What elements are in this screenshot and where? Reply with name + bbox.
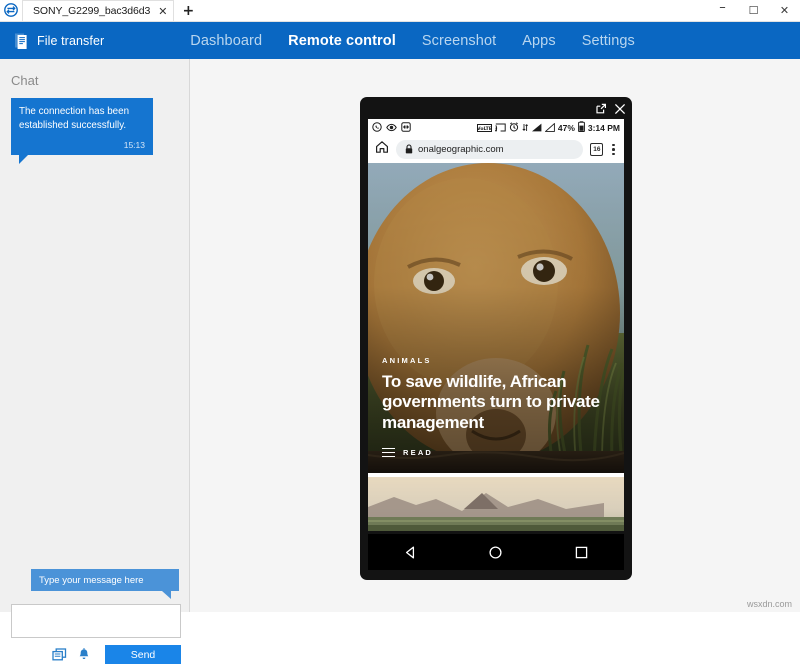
android-nav-bar — [368, 534, 624, 570]
title-bar: SONY_G2299_bac3d6d3 ✕ + – ☐ ✕ — [0, 0, 800, 22]
close-icon[interactable] — [614, 103, 626, 115]
signal-bars-secondary-icon — [544, 119, 555, 137]
chat-panel-title: Chat — [11, 73, 39, 88]
device-tab-label: SONY_G2299_bac3d6d3 — [33, 5, 151, 17]
screenshot-icon[interactable] — [52, 647, 67, 662]
signal-bars-icon — [531, 119, 542, 137]
chat-message-text: The connection has been established succ… — [19, 106, 130, 131]
brand-file-transfer[interactable]: File transfer — [0, 32, 104, 50]
maximize-button[interactable]: ☐ — [738, 0, 769, 21]
new-tab-button[interactable]: + — [174, 0, 202, 21]
minimize-button[interactable]: – — [707, 0, 738, 21]
battery-percent-label: 47% — [557, 122, 575, 133]
nav-item-apps[interactable]: Apps — [522, 33, 555, 49]
article-hero-card[interactable]: ANIMALS To save wildlife, African govern… — [368, 163, 624, 473]
article-kicker: ANIMALS — [382, 355, 432, 365]
chat-message-bubble: The connection has been established succ… — [11, 98, 153, 164]
app-header: File transfer Dashboard Remote control S… — [0, 22, 800, 59]
kebab-menu-icon[interactable] — [610, 142, 617, 158]
browser-toolbar: onalgeographic.com 16 — [368, 136, 624, 163]
url-field[interactable]: onalgeographic.com — [396, 140, 584, 159]
back-triangle-icon[interactable] — [403, 545, 418, 560]
lines-icon — [382, 447, 395, 457]
cast-icon — [494, 119, 506, 137]
tab-count-button[interactable]: 16 — [590, 143, 604, 156]
compose-toolbar: Send — [11, 645, 181, 664]
device-tab[interactable]: SONY_G2299_bac3d6d3 ✕ — [22, 0, 175, 21]
volte-icon: VoLTE — [476, 119, 492, 137]
close-icon[interactable]: ✕ — [158, 6, 167, 17]
main-nav: Dashboard Remote control Screenshot Apps… — [190, 33, 635, 49]
screen-mirror-icon — [401, 119, 411, 137]
phone-window-controls — [595, 100, 626, 117]
phone-screen[interactable]: VoLTE 47% 3:14 PM onalgeographic.com 16 … — [368, 119, 624, 531]
nav-item-settings[interactable]: Settings — [582, 33, 635, 49]
nav-item-screenshot[interactable]: Screenshot — [422, 33, 496, 49]
status-clock: 3:14 PM — [587, 122, 620, 133]
android-status-bar: VoLTE 47% 3:14 PM — [368, 119, 624, 136]
send-button[interactable]: Send — [105, 645, 181, 664]
window-controls: – ☐ ✕ — [707, 0, 800, 21]
chat-message-time: 15:13 — [123, 139, 145, 150]
recents-square-icon[interactable] — [574, 545, 589, 560]
watermark: wsxdn.com — [746, 599, 792, 609]
message-input[interactable] — [11, 604, 181, 638]
eye-icon — [386, 119, 397, 137]
chat-sidebar: Chat The connection has been established… — [0, 59, 190, 664]
open-external-icon[interactable] — [595, 103, 607, 115]
remote-control-stage: VoLTE 47% 3:14 PM onalgeographic.com 16 … — [190, 59, 800, 612]
article-read-link[interactable]: READ — [382, 447, 612, 457]
message-input-tooltip: Type your message here — [31, 569, 179, 599]
nav-item-dashboard[interactable]: Dashboard — [190, 33, 262, 49]
article-secondary-card[interactable] — [368, 477, 624, 531]
home-circle-icon[interactable] — [488, 545, 503, 560]
battery-icon — [577, 119, 585, 137]
app-logo-icon — [0, 0, 22, 21]
landscape-photo — [368, 477, 624, 531]
home-icon[interactable] — [375, 140, 389, 159]
document-transfer-icon — [14, 32, 30, 50]
read-label: READ — [403, 447, 434, 457]
phone-mirror-frame: VoLTE 47% 3:14 PM onalgeographic.com 16 … — [360, 97, 632, 580]
nav-item-remote-control[interactable]: Remote control — [288, 33, 396, 49]
url-text: onalgeographic.com — [418, 144, 504, 155]
data-transfer-icon — [522, 119, 528, 137]
close-window-button[interactable]: ✕ — [769, 0, 800, 21]
svg-text:VoLTE: VoLTE — [477, 126, 492, 132]
article-text-block: ANIMALS To save wildlife, African govern… — [382, 356, 612, 457]
whatsapp-icon — [372, 119, 382, 137]
article-headline: To save wildlife, African governments tu… — [382, 371, 600, 433]
lock-icon — [405, 141, 413, 159]
brand-label: File transfer — [37, 33, 105, 48]
alarm-icon — [509, 119, 519, 137]
bell-icon[interactable] — [77, 647, 91, 662]
